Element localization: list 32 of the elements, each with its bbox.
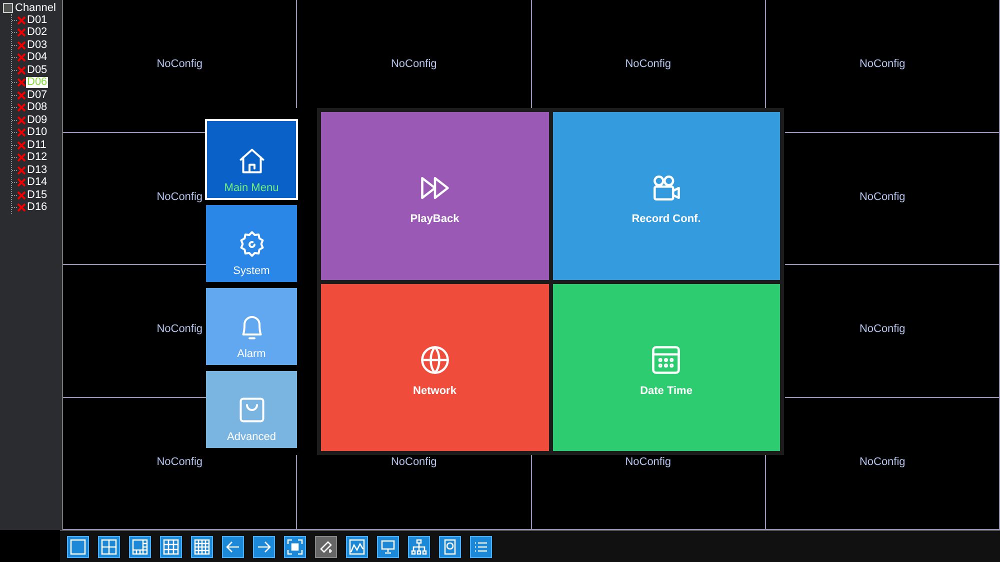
no-config-label: NoConfig (156, 323, 203, 337)
no-config-label: NoConfig (390, 58, 437, 72)
channel-item[interactable]: D13 (26, 164, 48, 176)
channel-item[interactable]: D12 (26, 152, 48, 164)
channel-item[interactable]: D08 (26, 102, 48, 114)
channel-item[interactable]: D05 (26, 64, 48, 76)
channel-item[interactable]: D09 (26, 114, 48, 126)
menu-tile[interactable]: PlayBack (321, 112, 548, 280)
channel-item[interactable]: D10 (26, 127, 48, 138)
menu-tile[interactable]: Network (321, 284, 548, 451)
menu-side-tab[interactable]: Main Menu (206, 120, 297, 199)
no-config-label: NoConfig (859, 456, 906, 470)
no-config-label: NoConfig (859, 190, 906, 204)
channel-item[interactable]: D02 (26, 27, 48, 38)
no-config-label: NoConfig (625, 58, 672, 72)
channel-item[interactable]: D15 (26, 190, 48, 201)
channel-item[interactable]: D11 (26, 140, 48, 151)
no-config-label: NoConfig (859, 58, 906, 72)
no-config-label: NoConfig (156, 456, 203, 470)
channel-item[interactable]: D07 (26, 90, 48, 101)
channel-item[interactable]: D14 (26, 177, 48, 188)
no-config-label: NoConfig (156, 190, 203, 204)
channel-item[interactable]: D04 (26, 52, 48, 64)
channel-item[interactable]: D01 (26, 14, 48, 26)
no-config-label: NoConfig (859, 323, 906, 337)
channel-item[interactable]: D03 (26, 40, 48, 51)
no-config-label: NoConfig (390, 456, 437, 470)
tree-root-label[interactable]: Channel (15, 2, 56, 14)
channel-item[interactable]: D16 (26, 202, 48, 214)
menu-side-tab[interactable]: System (206, 205, 297, 282)
no-config-label: NoConfig (156, 58, 203, 72)
no-config-label: NoConfig (625, 456, 672, 470)
